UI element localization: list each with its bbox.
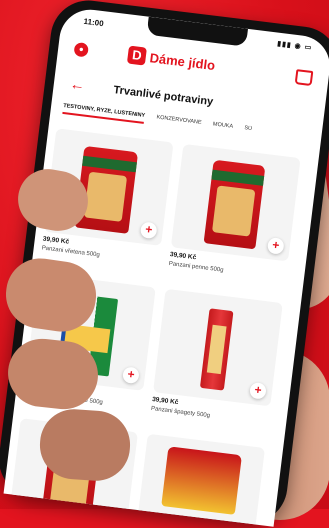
person-icon[interactable]: ● (73, 41, 90, 58)
tab-category-more[interactable]: SŮ (244, 125, 252, 135)
page-title: Trvanlivé potraviny (112, 84, 214, 109)
product-image: + (170, 143, 301, 262)
pasta-box-icon (161, 446, 242, 515)
add-to-cart-button[interactable]: + (249, 381, 267, 400)
status-icons: ▮▮▮ ◉ ▭ (276, 40, 313, 52)
add-to-cart-button[interactable]: + (139, 221, 158, 240)
status-time: 11:00 (83, 16, 105, 29)
tab-category-canned[interactable]: KONZERVOVANÉ (156, 114, 202, 128)
brand-name: Dáme jídlo (148, 49, 216, 73)
brand-mark: D (126, 45, 147, 66)
back-arrow-icon[interactable]: ← (69, 76, 86, 95)
brand-logo: D Dáme jídlo (126, 44, 217, 77)
tab-category-flour[interactable]: MOUKA (212, 121, 234, 132)
add-to-cart-button[interactable]: + (266, 236, 285, 255)
product-card[interactable]: + 39,90 Kč Panzani penne 500g (168, 143, 304, 283)
finger-4 (37, 406, 133, 484)
basket-icon[interactable] (294, 69, 314, 87)
add-to-cart-button[interactable]: + (122, 366, 140, 385)
pasta-bag-icon (203, 159, 266, 250)
product-card[interactable]: + 39,90 Kč Panzani špagety 500g (150, 288, 286, 428)
spaghetti-pack-icon (199, 308, 234, 391)
product-image (135, 433, 266, 527)
product-image: + (153, 288, 283, 407)
product-card[interactable] (135, 433, 269, 527)
